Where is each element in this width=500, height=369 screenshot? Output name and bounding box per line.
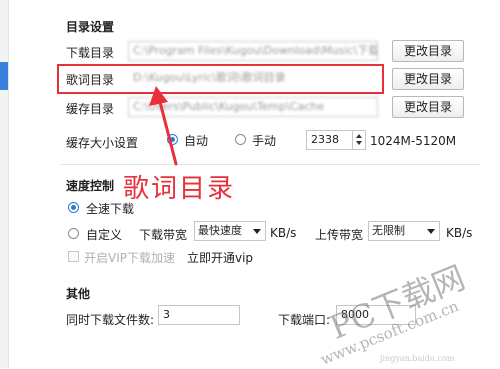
custom-speed-label: 自定义 (86, 228, 123, 242)
spinner-up-icon[interactable] (356, 134, 362, 138)
cache-dir-label: 缓存目录 (66, 102, 115, 116)
download-bandwidth-label: 下载带宽 (139, 228, 188, 242)
chevron-down-icon (253, 229, 261, 234)
cache-size-label: 缓存大小设置 (66, 136, 139, 150)
chevron-down-icon (427, 229, 435, 234)
annotation-arrow-icon (149, 86, 178, 166)
vip-accelerate-checkbox[interactable] (68, 251, 79, 262)
cache-size-range: 1024M-5120M (370, 134, 457, 148)
watermark-sub: jingyan.baidu.com (380, 354, 455, 363)
section-divider (60, 164, 480, 165)
vip-accelerate-label: 开启VIP下载加速 (84, 251, 175, 265)
cache-size-manual-radio[interactable] (235, 134, 246, 145)
custom-speed-radio[interactable] (68, 228, 79, 239)
lyrics-dir-change-button[interactable]: 更改目录 (392, 68, 464, 90)
left-nav-active-item[interactable] (0, 62, 8, 90)
upload-bandwidth-unit: KB/s (446, 226, 473, 240)
spinner-down-icon[interactable] (356, 141, 362, 145)
download-dir-change-button[interactable]: 更改目录 (392, 40, 464, 62)
download-bandwidth-select[interactable]: 最快速度 (194, 221, 266, 241)
cache-size-spinner[interactable] (352, 130, 366, 150)
full-speed-radio[interactable] (68, 202, 79, 213)
upload-bandwidth-value: 无限制 (372, 224, 405, 237)
cache-dir-change-button[interactable]: 更改目录 (392, 96, 464, 118)
annotation-text: 歌词目录 (123, 174, 236, 204)
download-dir-label: 下载目录 (66, 46, 115, 60)
concurrent-downloads-value: 3 (163, 308, 170, 321)
cache-size-value: 2338 (311, 133, 339, 146)
left-nav-strip (0, 0, 9, 368)
cache-size-manual-label: 手动 (252, 134, 277, 148)
upload-bandwidth-label: 上传带宽 (315, 228, 364, 242)
concurrent-downloads-label: 同时下载文件数: (66, 313, 155, 327)
concurrent-downloads-input[interactable]: 3 (158, 305, 240, 325)
download-dir-field[interactable]: C:\Program Files\Kugou\Download\Music\下载 (128, 41, 378, 61)
download-bandwidth-value: 最快速度 (198, 224, 242, 237)
download-port-label: 下载端口: (278, 313, 331, 327)
download-bandwidth-unit: KB/s (270, 226, 297, 240)
other-section-title: 其他 (66, 287, 91, 301)
open-vip-link[interactable]: 立即开通vip (187, 249, 253, 266)
upload-bandwidth-select[interactable]: 无限制 (368, 221, 440, 241)
lyrics-dir-label: 歌词目录 (66, 73, 115, 87)
speed-control-title: 速度控制 (66, 179, 115, 193)
dir-settings-title: 目录设置 (66, 20, 115, 34)
